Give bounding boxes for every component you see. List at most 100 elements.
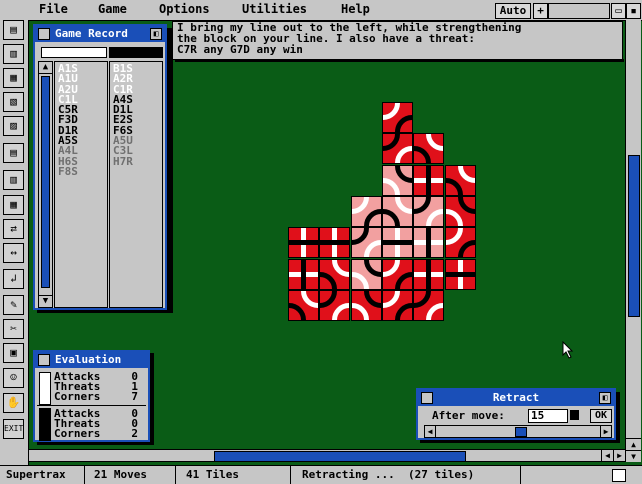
move-icon[interactable]: ↔	[3, 243, 24, 263]
menu-utilities[interactable]: Utilities	[242, 2, 307, 16]
edit-icon[interactable]: ✎	[3, 295, 24, 315]
auto-button[interactable]: Auto	[495, 3, 531, 19]
eval-divider	[37, 405, 146, 406]
board-tile[interactable]	[413, 165, 444, 196]
white-moves-list[interactable]: A1S A1U A2U C1L C5R F3D D1R A5S A4L H6S F8S	[54, 61, 108, 308]
board-tile[interactable]	[288, 290, 319, 321]
menu-bar: File Game Options Utilities Help Auto + …	[0, 0, 642, 21]
close-icon[interactable]	[38, 28, 50, 40]
open-icon[interactable]: ▥	[3, 44, 24, 64]
eval-value: 2	[131, 427, 138, 440]
close-icon[interactable]	[38, 354, 50, 366]
face-icon[interactable]: ☺	[3, 368, 24, 388]
status-sep	[520, 466, 521, 484]
slider-thumb[interactable]	[515, 427, 528, 437]
evaluation-titlebar[interactable]: Evaluation	[35, 352, 148, 368]
board-tile[interactable]	[382, 259, 413, 290]
board-tile[interactable]	[382, 196, 413, 227]
board-tile[interactable]	[382, 102, 413, 133]
retract-titlebar[interactable]: Retract ◧	[418, 390, 614, 406]
board-tile[interactable]	[288, 259, 319, 290]
board-tile[interactable]	[413, 290, 444, 321]
menu-file[interactable]: File	[39, 2, 68, 16]
board-hscroll[interactable]: ◀ ▶	[28, 449, 626, 462]
vscroll-thumb[interactable]	[628, 155, 640, 317]
board-tile[interactable]	[445, 259, 476, 290]
board-tile[interactable]	[413, 259, 444, 290]
move-slider[interactable]: ◀ ▶	[424, 425, 612, 438]
board-tile[interactable]	[382, 290, 413, 321]
new-game-icon[interactable]: ▤	[3, 20, 24, 40]
black-player-swatch	[109, 47, 163, 58]
record-scrollbar[interactable]: ▲ ▼	[38, 61, 53, 308]
board-tile[interactable]	[413, 133, 444, 164]
status-sep	[84, 466, 85, 484]
board-tile[interactable]	[413, 196, 444, 227]
record-scroll-thumb[interactable]	[41, 76, 50, 288]
board-tile[interactable]	[351, 196, 382, 227]
undo-icon[interactable]: ↲	[3, 269, 24, 289]
after-move-label: After move:	[432, 409, 505, 422]
board-tile[interactable]	[319, 227, 350, 258]
evaluation-window: Evaluation Attacks 0 Threats 1 Corners 7 Atta…	[33, 350, 150, 442]
board-tile[interactable]	[319, 259, 350, 290]
hint-icon[interactable]: ✋	[3, 393, 24, 413]
move-entry[interactable]: F8S	[58, 166, 107, 177]
grid-icon[interactable]: ▦	[3, 195, 24, 215]
slider-left-icon[interactable]: ◀	[425, 426, 436, 437]
status-box-icon	[612, 469, 626, 482]
exit-icon[interactable]: EXIT	[3, 419, 24, 439]
list-icon[interactable]: ▥	[3, 170, 24, 190]
board-vscroll[interactable]: ▲ ▼	[625, 20, 641, 462]
field-cursor-box	[570, 410, 579, 420]
screen-front-icon[interactable]: ▪	[626, 3, 641, 19]
record-icon[interactable]: ▤	[3, 143, 24, 163]
menu-game[interactable]: Game	[98, 2, 127, 16]
game-record-titlebar[interactable]: Game Record ◧	[35, 26, 165, 42]
board-tile[interactable]	[382, 165, 413, 196]
menu-options[interactable]: Options	[159, 2, 210, 16]
message-box: I bring my line out to the left, while s…	[172, 21, 623, 60]
swap-icon[interactable]: ⇄	[3, 219, 24, 239]
depth-icon[interactable]: ◧	[150, 28, 162, 40]
vscroll-up-icon[interactable]: ▲	[626, 438, 641, 450]
board-tile[interactable]	[445, 196, 476, 227]
menu-help[interactable]: Help	[341, 2, 370, 16]
scroll-down-icon[interactable]: ▼	[39, 295, 52, 307]
save-icon[interactable]: ▦	[3, 68, 24, 88]
depth-icon[interactable]: ◧	[599, 392, 611, 404]
status-moves: 21 Moves	[94, 468, 147, 481]
board-tile[interactable]	[445, 165, 476, 196]
board-tile[interactable]	[319, 290, 350, 321]
plus-button[interactable]: +	[533, 3, 548, 19]
game-record-window: Game Record ◧ ▲ ▼ A1S A1U A2U C1L C5R F3D D1R A…	[33, 24, 167, 310]
tools-icon[interactable]: ✂	[3, 319, 24, 339]
after-move-field[interactable]: 15	[528, 409, 568, 423]
slider-right-icon[interactable]: ▶	[600, 426, 611, 437]
board-tile[interactable]	[288, 227, 319, 258]
eval-row: Corners 7	[54, 391, 142, 402]
load-icon[interactable]: ▨	[3, 116, 24, 136]
hscroll-left-icon[interactable]: ◀	[601, 450, 613, 461]
ok-button[interactable]: OK	[590, 409, 612, 423]
hscroll-thumb[interactable]	[214, 451, 466, 462]
retract-window: Retract ◧ After move: 15 OK ◀ ▶	[416, 388, 616, 440]
menu-spacer	[548, 3, 610, 19]
board-tile[interactable]	[351, 290, 382, 321]
board-tile[interactable]	[382, 227, 413, 258]
vscroll-down-icon[interactable]: ▼	[626, 450, 641, 462]
print-icon[interactable]: ▧	[3, 92, 24, 112]
board-tile[interactable]	[445, 227, 476, 258]
black-moves-list[interactable]: B1S A2R C1R A4S D1L E2S F6S A5U C3L H7R	[109, 61, 163, 308]
board-tile[interactable]	[382, 133, 413, 164]
board-tile[interactable]	[351, 227, 382, 258]
move-entry[interactable]: H7R	[113, 156, 162, 167]
scroll-up-icon[interactable]: ▲	[39, 62, 52, 74]
screen-depth-icon[interactable]: ▭	[611, 3, 626, 19]
hscroll-right-icon[interactable]: ▶	[613, 450, 625, 461]
board-tile[interactable]	[413, 227, 444, 258]
status-message: Retracting ... (27 tiles)	[302, 468, 475, 481]
status-bar: Supertrax 21 Moves 41 Tiles Retracting .…	[0, 465, 642, 484]
board-tile[interactable]	[351, 259, 382, 290]
computer-icon[interactable]: ▣	[3, 343, 24, 363]
